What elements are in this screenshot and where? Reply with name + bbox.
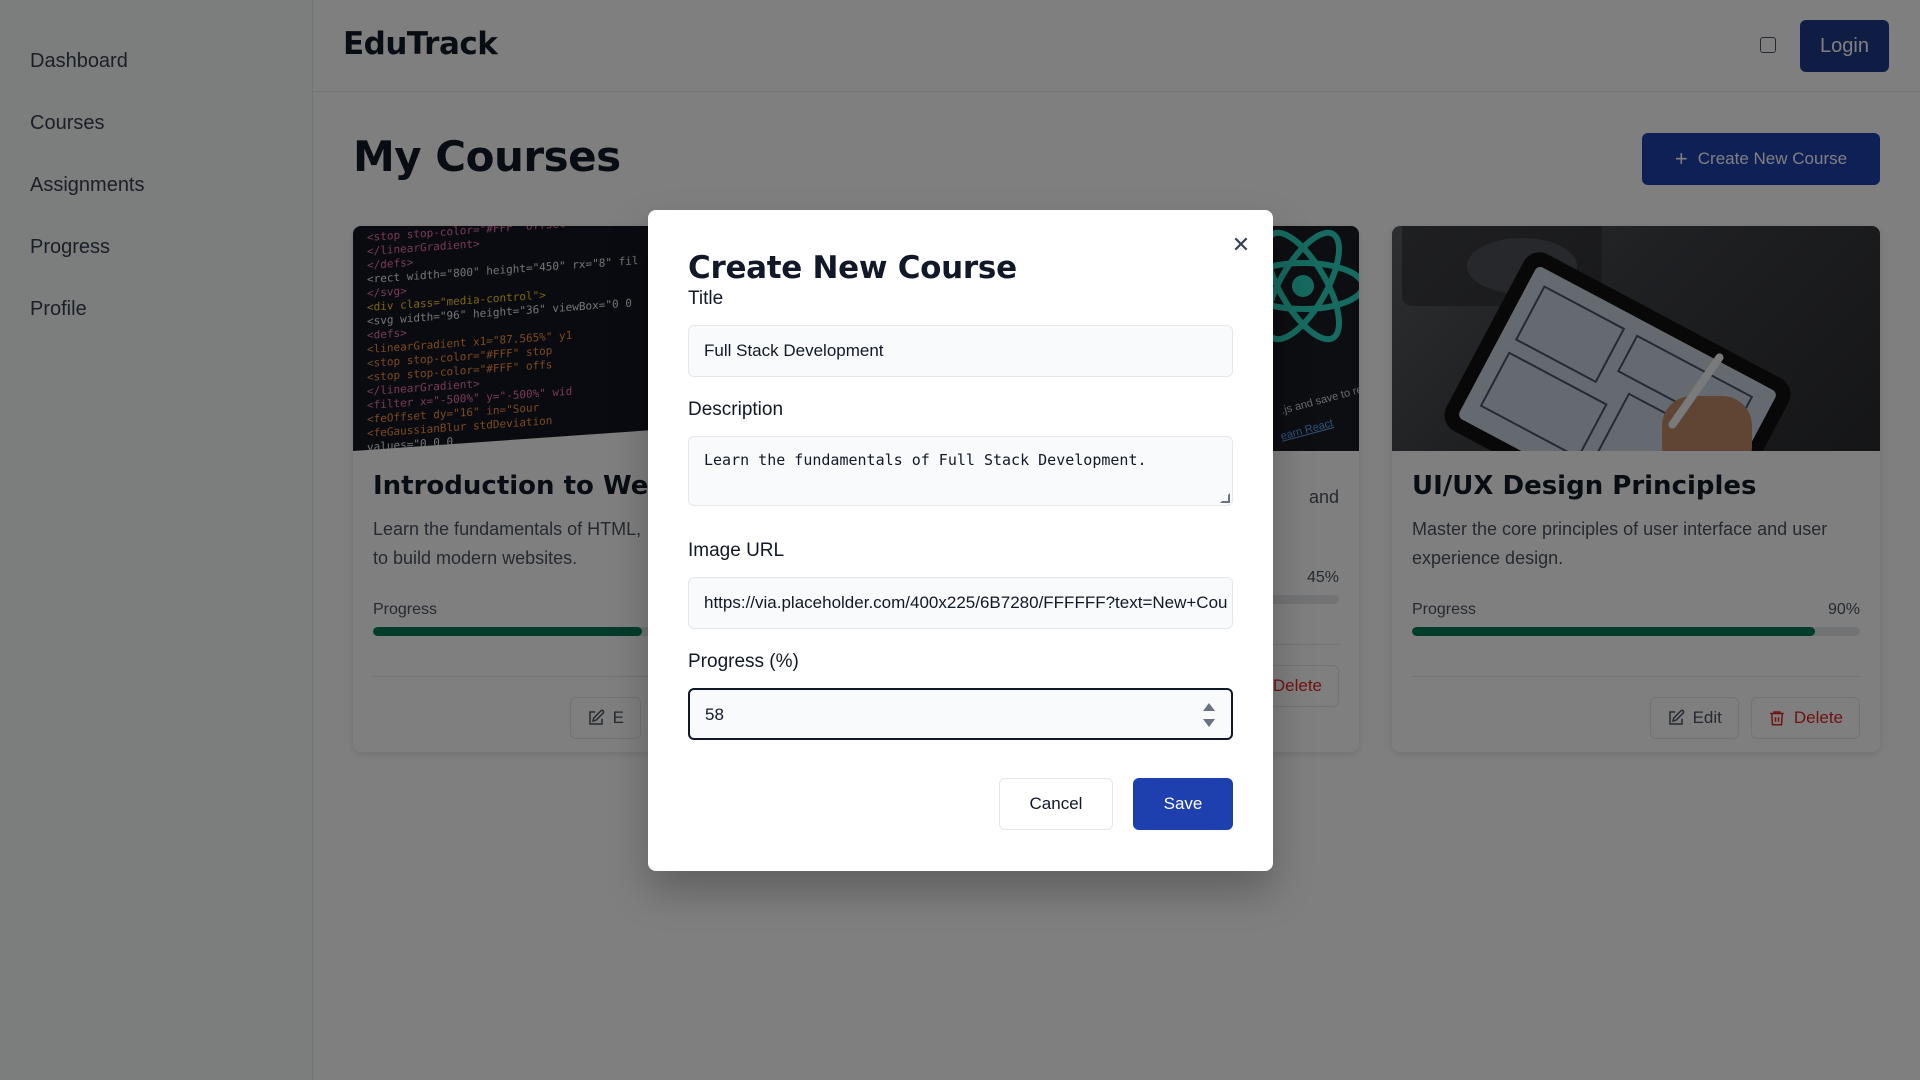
close-icon[interactable]: ✕ <box>1229 234 1253 258</box>
title-input[interactable]: Full Stack Development <box>688 325 1233 377</box>
create-course-dialog: ✕ Create New Course Title Full Stack Dev… <box>648 210 1273 871</box>
resize-handle[interactable] <box>1220 493 1230 503</box>
description-text: Learn the fundamentals of Full Stack Dev… <box>704 451 1147 469</box>
increment-icon[interactable] <box>1203 703 1215 711</box>
progress-input-value: 58 <box>705 705 724 724</box>
description-label: Description <box>688 399 784 420</box>
description-textarea[interactable]: Learn the fundamentals of Full Stack Dev… <box>688 436 1233 506</box>
decrement-icon[interactable] <box>1203 719 1215 727</box>
save-button[interactable]: Save <box>1133 778 1233 830</box>
progress-input[interactable]: 58 <box>688 688 1233 740</box>
dialog-title: Create New Course <box>688 250 1017 286</box>
image-url-input[interactable]: https://via.placeholder.com/400x225/6B72… <box>688 577 1233 629</box>
title-label: Title <box>688 288 724 309</box>
progress-label: Progress (%) <box>688 651 799 672</box>
number-spinner[interactable] <box>1203 703 1215 727</box>
cancel-button[interactable]: Cancel <box>999 778 1113 830</box>
image-url-label: Image URL <box>688 540 785 561</box>
